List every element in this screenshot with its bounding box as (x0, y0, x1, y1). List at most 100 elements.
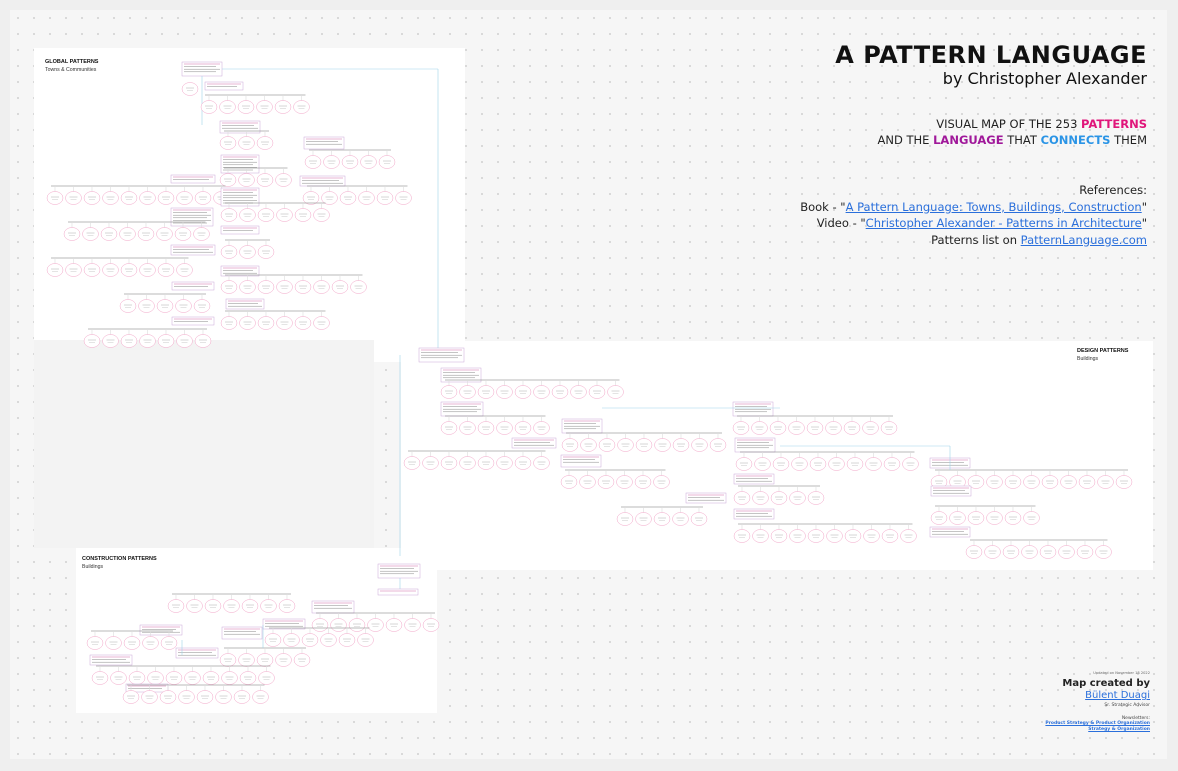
book-link[interactable]: A Pattern Language: Towns, Buildings, Co… (846, 200, 1142, 214)
pattern-node (256, 136, 274, 150)
pattern-node (256, 653, 274, 667)
pattern-node (616, 512, 634, 526)
tagline-text: AND THE (877, 133, 934, 147)
pattern-node (752, 491, 769, 505)
video-link[interactable]: Christopher Alexander - Patterns in Arch… (866, 216, 1142, 230)
pattern-node (459, 385, 476, 399)
pattern-node (496, 385, 513, 399)
pattern-node (156, 299, 174, 313)
made-by-label: Map created by (1062, 678, 1150, 689)
pattern-node (176, 334, 193, 348)
pattern-node (459, 421, 476, 435)
pattern-node (828, 457, 845, 471)
pattern-node (607, 385, 624, 399)
tagline-language: LANGUAGE (933, 133, 1004, 147)
pattern-node (338, 633, 356, 647)
pattern-node (86, 636, 104, 650)
pattern-node (321, 191, 338, 205)
pattern-node (176, 191, 193, 205)
pattern-group-card (930, 485, 972, 497)
pattern-node (219, 136, 237, 150)
pattern-node (120, 334, 138, 348)
pattern-node (323, 155, 340, 169)
pattern-node (65, 263, 82, 277)
pattern-node (616, 475, 633, 489)
pattern-node (181, 82, 199, 96)
title-block: A PATTERN LANGUAGE by Christopher Alexan… (835, 40, 1147, 89)
list-prefix: Patterns list on (931, 232, 1021, 247)
pattern-node (102, 263, 119, 277)
video-prefix: Video - " (816, 216, 866, 230)
pattern-node (304, 155, 322, 169)
pattern-node (219, 653, 237, 667)
pattern-node (186, 599, 203, 613)
pattern-node (367, 618, 384, 632)
pattern-node (806, 421, 824, 435)
author-link[interactable]: Bülent Duagi (1045, 690, 1150, 701)
pattern-node (221, 671, 238, 685)
pattern-node (588, 385, 606, 399)
pattern-node (257, 245, 275, 259)
book-suffix: " (1141, 199, 1147, 214)
patternlanguage-link[interactable]: PatternLanguage.com (1021, 233, 1147, 247)
pattern-node (219, 173, 237, 187)
pattern-node (313, 280, 330, 294)
tagline-connects: CONNECTS (1040, 133, 1111, 147)
pattern-node (176, 263, 193, 277)
pattern-node (102, 191, 119, 205)
pattern-node (404, 618, 421, 632)
pattern-node (233, 690, 251, 704)
pattern-node (733, 491, 751, 505)
pattern-node (826, 529, 843, 543)
pattern-node (165, 671, 183, 685)
pattern-node (120, 263, 138, 277)
pattern-node (283, 633, 300, 647)
pattern-node (294, 316, 312, 330)
pattern-node (142, 636, 159, 650)
pattern-node (293, 100, 310, 114)
pattern-node (561, 438, 579, 452)
pattern-node (690, 512, 708, 526)
pattern-node (293, 653, 311, 667)
pattern-node (1004, 475, 1022, 489)
pattern-node (477, 385, 495, 399)
pattern-node (617, 438, 634, 452)
pattern-node (175, 299, 192, 313)
pattern-node (1076, 545, 1094, 559)
pattern-node (275, 653, 292, 667)
pattern-node (330, 618, 347, 632)
pattern-node (159, 690, 177, 704)
pattern-node (1023, 475, 1040, 489)
pattern-node (385, 618, 403, 632)
main-title: A PATTERN LANGUAGE (835, 41, 1147, 69)
pattern-node (965, 545, 983, 559)
pattern-node (184, 671, 201, 685)
pattern-node (477, 456, 495, 470)
pattern-node (357, 633, 374, 647)
pattern-node (202, 671, 220, 685)
pattern-node (275, 173, 292, 187)
newsletter-link-strategy[interactable]: Strategy & Organization (1045, 727, 1150, 733)
pattern-node (580, 438, 597, 452)
pattern-node (1002, 545, 1020, 559)
pattern-node (863, 529, 880, 543)
video-suffix: " (1141, 216, 1147, 230)
pattern-node (751, 421, 768, 435)
pattern-node (733, 529, 751, 543)
pattern-node (278, 599, 296, 613)
pattern-node (579, 475, 596, 489)
pattern-node (196, 690, 214, 704)
pattern-node (238, 653, 255, 667)
pattern-node (313, 208, 330, 222)
pattern-node (653, 512, 671, 526)
pattern-node (294, 280, 312, 294)
pattern-node (772, 457, 790, 471)
pattern-node (178, 690, 195, 704)
pattern-node (83, 263, 101, 277)
pattern-node (789, 529, 806, 543)
pattern-node (110, 671, 127, 685)
pattern-node (276, 316, 293, 330)
pattern-node (789, 491, 806, 505)
pattern-node (376, 191, 394, 205)
pattern-node (672, 438, 690, 452)
